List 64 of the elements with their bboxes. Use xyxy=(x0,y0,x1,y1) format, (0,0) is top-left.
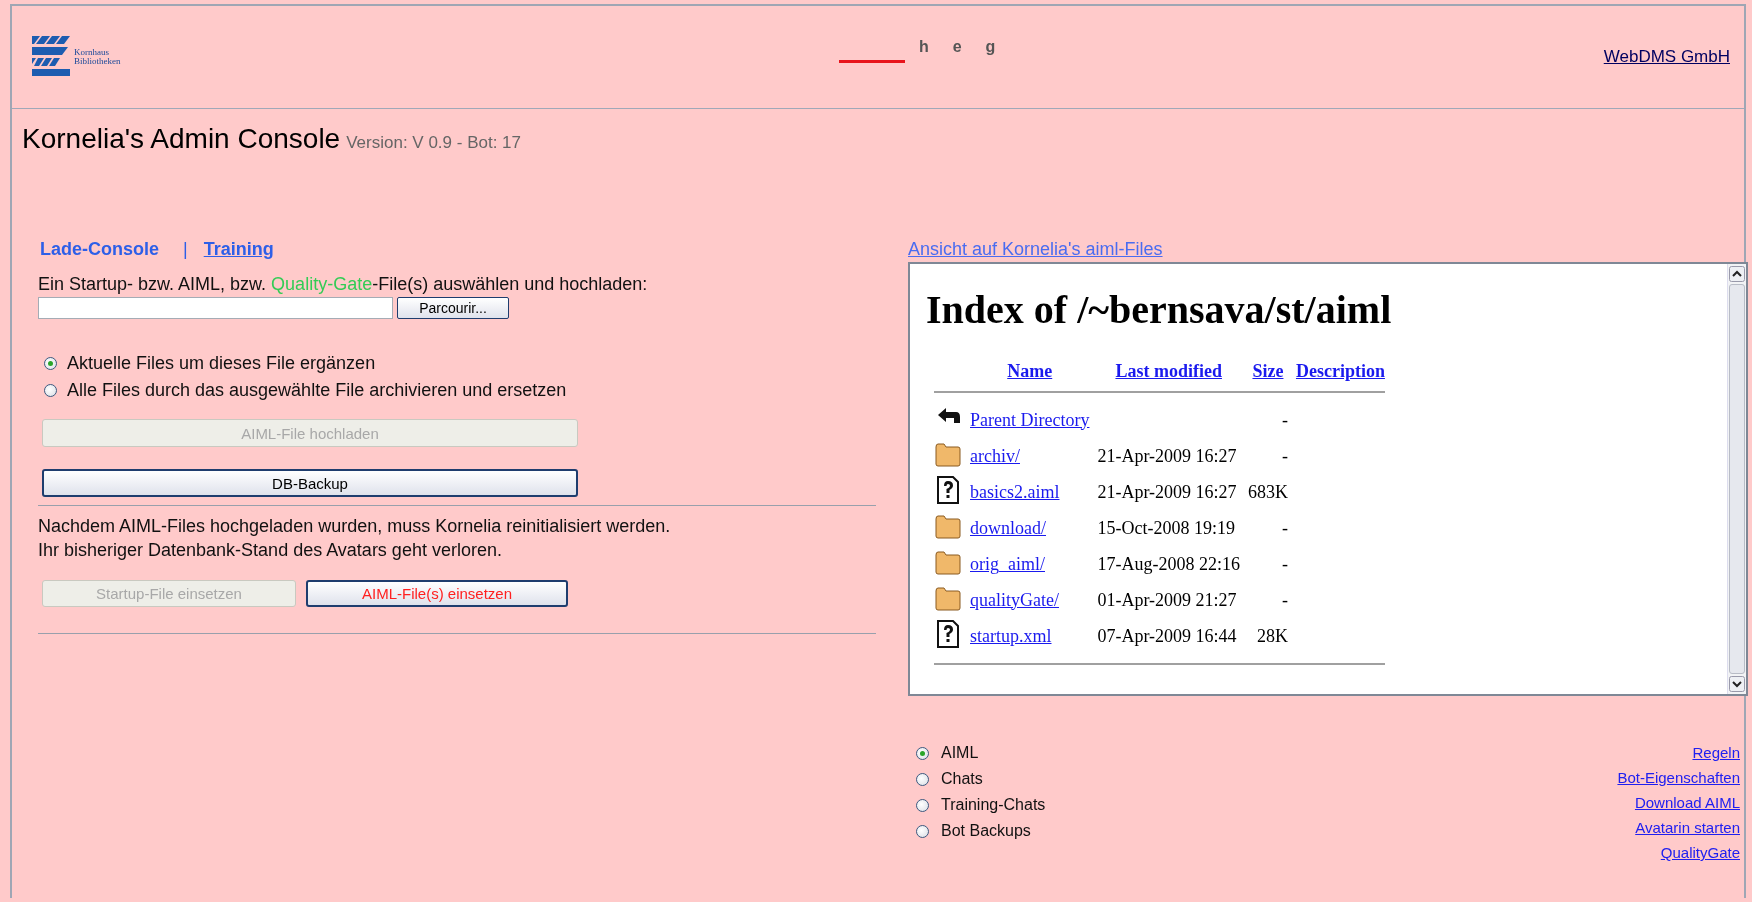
column-header-link[interactable]: Name xyxy=(1007,361,1053,381)
column-header-link[interactable]: Last modified xyxy=(1115,361,1222,381)
company-link[interactable]: WebDMS GmbH xyxy=(1603,47,1730,67)
radio-button[interactable] xyxy=(916,798,929,812)
file-link[interactable]: orig_aiml/ xyxy=(970,553,1045,574)
action-button[interactable]: DB-Backup xyxy=(42,469,578,497)
action-link[interactable]: Bot-Eigenschaften xyxy=(1617,769,1740,786)
scrollbar[interactable] xyxy=(1727,264,1746,694)
logo-text: Kornhaus xyxy=(74,48,110,57)
modified-date: 21-Apr-2009 16:27 xyxy=(1097,445,1237,466)
file-size: - xyxy=(1281,589,1288,610)
radio-label: Aktuelle Files um dieses File ergänzen xyxy=(67,353,376,374)
file-link[interactable]: qualityGate/ xyxy=(970,589,1059,610)
file-link[interactable]: basics2.aiml xyxy=(970,481,1060,502)
action-link[interactable]: Avatarin starten xyxy=(1635,819,1740,836)
column-header-link[interactable]: Size xyxy=(1252,361,1284,381)
modified-date: 15-Oct-2008 19:19 xyxy=(1097,517,1235,538)
radio-button[interactable] xyxy=(916,772,929,786)
file-size: 28K xyxy=(1256,625,1288,646)
action-link[interactable]: QualityGate xyxy=(1660,844,1740,861)
modified-date: 07-Apr-2009 16:44 xyxy=(1097,625,1237,646)
modified-date: 01-Apr-2009 21:27 xyxy=(1097,589,1237,610)
radio-label: Chats xyxy=(941,770,983,788)
file-size: 683K xyxy=(1247,481,1288,502)
radio-label: Training-Chats xyxy=(941,796,1046,814)
modified-date: 17-Aug-2008 22:16 xyxy=(1097,553,1240,574)
file-input-field[interactable] xyxy=(38,297,393,319)
browse-button[interactable]: Parcourir... xyxy=(397,297,509,319)
modified-date: 21-Apr-2009 16:27 xyxy=(1097,481,1237,502)
file-link[interactable]: download/ xyxy=(970,517,1046,538)
nav-letter: g xyxy=(985,37,996,56)
file-link[interactable]: archiv/ xyxy=(970,445,1020,466)
action-link[interactable]: Regeln xyxy=(1692,744,1740,761)
page-title: Kornelia's Admin Console xyxy=(22,123,341,155)
radio-button[interactable] xyxy=(44,384,57,397)
file-size: - xyxy=(1281,517,1288,538)
radio-label: Alle Files durch das ausgewählte File archivieren und ersetzen xyxy=(67,380,567,401)
file-link[interactable]: Parent Directory xyxy=(970,409,1090,430)
tab[interactable]: Lade-Console xyxy=(40,239,159,260)
accent-line xyxy=(838,59,905,63)
radio-label: Bot Backups xyxy=(941,822,1031,840)
notice-text: Nachdem AIML-Files hochgeladen wurden, muss Kornelia reinitialisiert werden. xyxy=(38,515,672,538)
file-link[interactable]: startup.xml xyxy=(970,625,1052,646)
file-size: - xyxy=(1281,445,1288,466)
file-size: - xyxy=(1281,409,1288,430)
nav-letter: h xyxy=(918,37,929,56)
scroll-up-icon[interactable] xyxy=(1729,266,1745,282)
radio-button[interactable] xyxy=(916,746,929,760)
radio-button[interactable] xyxy=(916,824,929,838)
instruction-text: Ein Startup- bzw. AIML, bzw. Quality-Gate-File(s) auswählen und hochladen: xyxy=(38,274,649,295)
file-size: - xyxy=(1281,553,1288,574)
logo-icon xyxy=(32,36,72,78)
radio-label: AIML xyxy=(941,744,979,762)
index-heading: Index of /~bernsava/st/aiml xyxy=(926,286,1393,333)
separator-text: | xyxy=(183,239,188,260)
scroll-down-icon[interactable] xyxy=(1729,676,1745,692)
nav-letter: e xyxy=(952,37,962,56)
version-text: Version: V 0.9 - Bot: 17 xyxy=(346,133,521,153)
action-link[interactable]: Download AIML xyxy=(1634,794,1740,811)
radio-button[interactable] xyxy=(44,357,57,370)
notice-text: Ihr bisheriger Datenbank-Stand des Avatars geht verloren. xyxy=(38,539,503,562)
logo-text: Bibliotheken xyxy=(74,57,121,66)
tab[interactable]: Training xyxy=(203,239,274,260)
column-header-link[interactable]: Description xyxy=(1295,361,1385,381)
